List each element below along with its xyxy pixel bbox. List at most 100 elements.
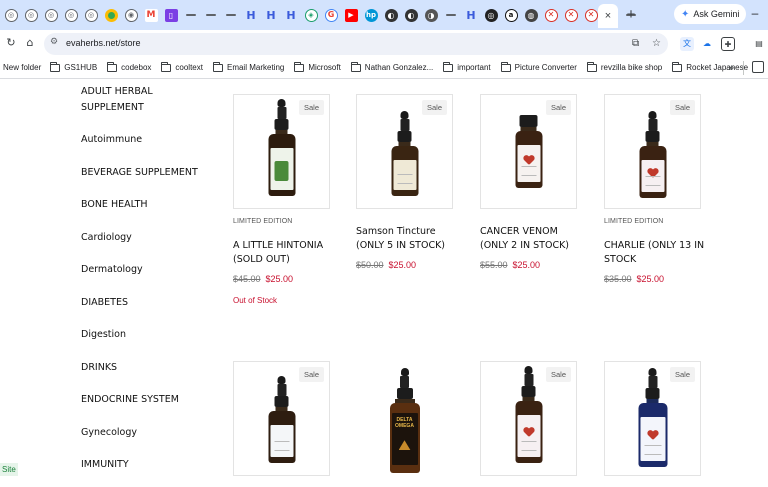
tab-site-d[interactable]: ◎: [483, 4, 499, 26]
tab-h-3[interactable]: H: [283, 4, 299, 26]
product-name-samson-tincture[interactable]: Samson Tincture (ONLY 5 IN STOCK): [356, 225, 461, 253]
url-text[interactable]: evaherbs.net/store: [66, 38, 141, 48]
tab-h-1[interactable]: H: [243, 4, 259, 26]
bookmark-item[interactable]: GS1HUB: [50, 57, 97, 79]
side-panel-icon[interactable]: ▤: [752, 37, 766, 51]
bookmark-item[interactable]: Email Marketing: [212, 57, 284, 79]
bookmark-item[interactable]: revzilla bike shop: [586, 57, 662, 79]
sale-price: $25.00: [388, 260, 417, 270]
tab-google[interactable]: G: [323, 4, 339, 26]
product-price: $55.00 $25.00: [480, 260, 540, 270]
chrome-icon: [104, 8, 118, 22]
github-icon: ◎: [4, 8, 18, 22]
site-info-icon[interactable]: ⚙: [50, 37, 58, 47]
address-bar[interactable]: ⚙ evaherbs.net/store ⧉ ☆: [44, 33, 668, 55]
product-image-a-little-hintonia[interactable]: Sale: [233, 94, 330, 209]
bookmark-label: codebox: [121, 63, 152, 72]
h-icon: H: [286, 8, 296, 22]
product-name-a-little-hintonia[interactable]: A LITTLE HINTONIA (SOLD OUT): [233, 239, 338, 267]
tab-gmail[interactable]: M: [143, 4, 159, 26]
active-tab[interactable]: ×: [598, 4, 618, 28]
category-bone-health[interactable]: BONE HEALTH: [81, 197, 148, 213]
category-dermatology[interactable]: Dermatology: [81, 262, 143, 278]
gmail-icon: M: [144, 8, 158, 22]
tab-blank-2[interactable]: [203, 4, 219, 26]
tab-amazon[interactable]: a: [503, 4, 519, 26]
youtube-icon: ▶: [344, 8, 358, 22]
cloud-extension-icon[interactable]: ☁: [700, 37, 714, 51]
tab-h-4[interactable]: H: [463, 4, 479, 26]
store-page: ADULT HERBAL SUPPLEMENT Autoimmune BEVER…: [0, 80, 768, 487]
site-icon: ◍: [524, 8, 538, 22]
product-image[interactable]: DELTA OMEGA: [356, 361, 453, 476]
product-image-samson-tincture[interactable]: Sale: [356, 94, 453, 209]
tab-h-2[interactable]: H: [263, 4, 279, 26]
bookmark-item[interactable]: New folder: [3, 57, 41, 79]
new-tab-button[interactable]: +: [622, 6, 640, 24]
tab-blank-3[interactable]: [223, 4, 239, 26]
bookmark-item[interactable]: Microsoft: [294, 57, 341, 79]
category-cardiology[interactable]: Cardiology: [81, 230, 132, 246]
bookmarks-bar: New folder GS1HUB codebox cooltext Email…: [0, 57, 768, 79]
x-mark-icon: ✕: [564, 8, 578, 22]
tab-blank-1[interactable]: [183, 4, 199, 26]
bookmarks-overflow-button[interactable]: »: [728, 57, 734, 79]
tab-purple[interactable]: ▯: [163, 4, 179, 26]
tab-site-round[interactable]: ◉: [123, 4, 139, 26]
all-bookmarks-icon[interactable]: [752, 61, 764, 73]
bookmark-star-icon[interactable]: ☆: [652, 38, 661, 49]
tab-github-5[interactable]: ◎: [83, 4, 99, 26]
tab-blank-4[interactable]: [443, 4, 459, 26]
folder-icon: [500, 61, 511, 72]
tab-x-2[interactable]: ✕: [563, 4, 579, 26]
ask-gemini-button[interactable]: ✦ Ask Gemini: [674, 4, 747, 24]
home-icon[interactable]: ⌂: [22, 35, 38, 51]
bookmark-item[interactable]: Nathan Gonzalez...: [350, 57, 433, 79]
tab-site-b[interactable]: ◐: [403, 4, 419, 26]
bookmark-item[interactable]: Rocket Japanese: [672, 57, 748, 79]
tab-shield[interactable]: ◈: [303, 4, 319, 26]
amazon-icon: a: [504, 8, 518, 22]
tab-x-1[interactable]: ✕: [543, 4, 559, 26]
bookmark-item[interactable]: cooltext: [161, 57, 203, 79]
tab-youtube[interactable]: ▶: [343, 4, 359, 26]
tab-chrome[interactable]: [103, 4, 119, 26]
product-name-charlie[interactable]: CHARLIE (ONLY 13 IN STOCK: [604, 239, 709, 267]
minimize-window-button[interactable]: –: [748, 6, 762, 20]
product-image-cancer-venom[interactable]: Sale: [480, 94, 577, 209]
tab-site-a[interactable]: ◐: [383, 4, 399, 26]
product-image-charlie[interactable]: Sale: [604, 94, 701, 209]
category-diabetes[interactable]: DIABETES: [81, 295, 128, 311]
category-digestion[interactable]: Digestion: [81, 327, 126, 343]
product-name-cancer-venom[interactable]: CANCER VENOM (ONLY 2 IN STOCK): [480, 225, 585, 253]
category-beverage-supplement[interactable]: BEVERAGE SUPPLEMENT: [81, 165, 198, 181]
bookmark-item[interactable]: Picture Converter: [500, 57, 577, 79]
category-gynecology[interactable]: Gynecology: [81, 425, 137, 441]
tab-hp[interactable]: hp: [363, 4, 379, 26]
category-drinks[interactable]: DRINKS: [81, 360, 117, 376]
tab-github-2[interactable]: ◎: [23, 4, 39, 26]
bookmark-item[interactable]: important: [443, 57, 491, 79]
x-mark-icon: ✕: [544, 8, 558, 22]
category-autoimmune[interactable]: Autoimmune: [81, 132, 142, 148]
tincture-bottle-image: [515, 115, 542, 188]
product-image[interactable]: Sale: [233, 361, 330, 476]
bookmark-item[interactable]: codebox: [107, 57, 151, 79]
blank-page-icon: [186, 14, 196, 16]
tab-github-3[interactable]: ◎: [43, 4, 59, 26]
tab-github-4[interactable]: ◎: [63, 4, 79, 26]
reload-icon[interactable]: ↻: [3, 35, 19, 51]
tab-site-c[interactable]: ◑: [423, 4, 439, 26]
category-immunity[interactable]: IMMUNITY: [81, 457, 129, 473]
tab-github-1[interactable]: ◎: [3, 4, 19, 26]
product-image[interactable]: Sale: [604, 361, 701, 476]
category-adult-herbal-supplement[interactable]: ADULT HERBAL SUPPLEMENT: [81, 84, 181, 116]
translate-extension-icon[interactable]: 文: [680, 37, 694, 51]
category-endocrine-system[interactable]: ENDOCRINE SYSTEM: [81, 392, 179, 408]
tab-site-e[interactable]: ◍: [523, 4, 539, 26]
install-app-icon[interactable]: ⧉: [632, 38, 639, 49]
extensions-puzzle-icon[interactable]: ✚: [721, 37, 735, 51]
tab-x-3[interactable]: ✕: [583, 4, 599, 26]
close-tab-icon[interactable]: ×: [605, 10, 611, 22]
product-image[interactable]: Sale: [480, 361, 577, 476]
